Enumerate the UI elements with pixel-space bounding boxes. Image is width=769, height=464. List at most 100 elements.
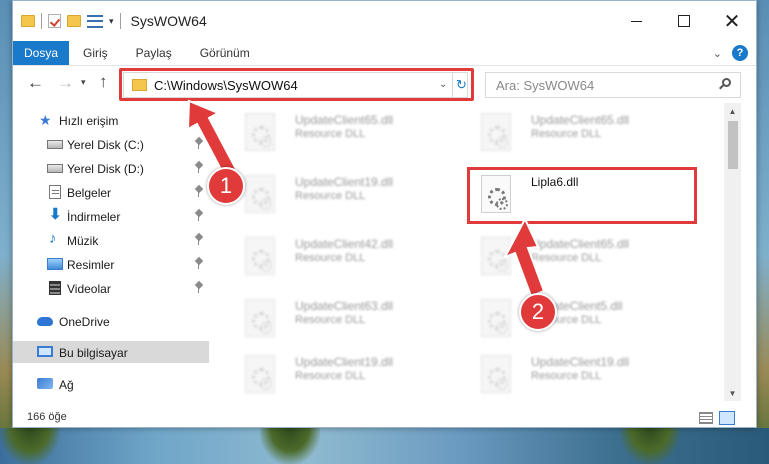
minimize-button[interactable] bbox=[612, 1, 660, 41]
nav-item-network[interactable]: Ağ bbox=[13, 373, 209, 395]
music-icon: ♪ bbox=[49, 230, 57, 247]
ribbon-right-controls: ⌄ ? bbox=[713, 41, 756, 65]
dll-file-icon bbox=[245, 237, 275, 275]
nav-quick-access[interactable]: ★ Hızlı erişim bbox=[13, 109, 209, 131]
large-icons-view-icon[interactable] bbox=[719, 411, 735, 425]
file-type: Resource DLL bbox=[531, 128, 602, 140]
computer-icon bbox=[37, 346, 53, 357]
quick-access-toolbar: ▾ bbox=[21, 13, 121, 29]
pictures-icon bbox=[47, 258, 63, 270]
up-arrow-icon[interactable]: ↑ bbox=[99, 72, 108, 92]
palm-decoration bbox=[260, 428, 320, 464]
file-explorer-window: ▾ SysWOW64 ✕ Dosya Giriş Paylaş Görünüm … bbox=[12, 0, 757, 428]
pin-icon[interactable] bbox=[195, 282, 203, 294]
file-name: UpdateClient65.dll bbox=[531, 113, 630, 127]
cloud-icon bbox=[37, 317, 53, 326]
step-marker-2: 2 bbox=[519, 293, 557, 331]
forward-arrow-icon[interactable]: → bbox=[57, 73, 74, 93]
file-name: UpdateClient65.dll bbox=[531, 237, 630, 251]
folder-icon bbox=[21, 15, 35, 27]
file-item[interactable]: UpdateClient5.dll Resource DLL bbox=[445, 291, 675, 347]
search-input[interactable]: Ara: SysWOW64 bbox=[485, 72, 741, 98]
chevron-down-icon[interactable]: ⌄ bbox=[713, 47, 722, 60]
nav-item-documents[interactable]: Belgeler bbox=[13, 181, 209, 203]
videos-icon bbox=[49, 281, 61, 295]
customize-toolbar-icon[interactable] bbox=[87, 14, 103, 28]
file-item[interactable]: UpdateClient65.dll Resource DLL bbox=[209, 105, 439, 161]
scrollbar-thumb[interactable] bbox=[728, 121, 738, 169]
pin-icon[interactable] bbox=[195, 210, 203, 222]
ribbon-tabs: Dosya Giriş Paylaş Görünüm ⌄ ? bbox=[13, 41, 756, 66]
nav-item-downloads[interactable]: ⬇ İndirmeler bbox=[13, 205, 209, 227]
tab-view[interactable]: Görünüm bbox=[186, 41, 264, 65]
pin-icon[interactable] bbox=[195, 162, 203, 174]
nav-item-pictures[interactable]: Resimler bbox=[13, 253, 209, 275]
documents-icon bbox=[49, 185, 61, 199]
properties-check-icon[interactable] bbox=[48, 14, 61, 28]
help-icon[interactable]: ? bbox=[732, 45, 748, 61]
window-title: SysWOW64 bbox=[130, 13, 207, 29]
file-name: UpdateClient65.dll bbox=[295, 113, 394, 127]
file-type: Resource DLL bbox=[531, 370, 602, 382]
file-item[interactable]: UpdateClient65.dll Resource DLL bbox=[445, 229, 675, 285]
star-icon: ★ bbox=[39, 112, 52, 128]
nav-item-videos[interactable]: Videolar bbox=[13, 277, 209, 299]
chevron-down-icon[interactable]: ▾ bbox=[81, 77, 86, 88]
nav-item-label: Yerel Disk (C:) bbox=[67, 138, 144, 152]
file-name: UpdateClient19.dll bbox=[295, 175, 394, 189]
file-item[interactable]: UpdateClient42.dll Resource DLL bbox=[209, 229, 439, 285]
file-item[interactable]: UpdateClient19.dll Resource DLL bbox=[445, 347, 675, 401]
nav-item-local-disk-d[interactable]: Yerel Disk (D:) bbox=[13, 157, 209, 179]
maximize-button[interactable] bbox=[660, 1, 708, 41]
file-item[interactable]: UpdateClient19.dll Resource DLL bbox=[209, 167, 439, 223]
nav-item-label: Videolar bbox=[67, 282, 111, 296]
item-count: 166 öğe bbox=[27, 411, 67, 423]
dll-file-icon bbox=[245, 355, 275, 393]
scroll-up-icon[interactable]: ▲ bbox=[724, 103, 741, 119]
pin-icon[interactable] bbox=[195, 138, 203, 150]
nav-item-label: Belgeler bbox=[67, 186, 112, 200]
pin-icon[interactable] bbox=[195, 258, 203, 270]
dll-file-icon bbox=[481, 113, 511, 151]
nav-item-onedrive[interactable]: OneDrive bbox=[13, 310, 209, 332]
tab-file[interactable]: Dosya bbox=[13, 41, 69, 65]
file-item[interactable]: UpdateClient19.dll Resource DLL bbox=[209, 347, 439, 401]
toolbar-divider bbox=[119, 13, 121, 29]
downloads-icon: ⬇ bbox=[49, 206, 62, 223]
nav-item-label: Resimler bbox=[67, 258, 115, 272]
nav-item-label: Yerel Disk (D:) bbox=[67, 162, 144, 176]
pin-icon[interactable] bbox=[195, 186, 203, 198]
file-name: UpdateClient19.dll bbox=[531, 355, 630, 369]
chevron-down-icon[interactable]: ▾ bbox=[109, 16, 114, 27]
nav-item-label: Müzik bbox=[67, 234, 99, 248]
close-button[interactable]: ✕ bbox=[708, 1, 756, 41]
tab-share[interactable]: Paylaş bbox=[122, 41, 186, 65]
file-item[interactable]: UpdateClient65.dll Resource DLL bbox=[445, 105, 675, 161]
scroll-down-icon[interactable]: ▼ bbox=[724, 385, 741, 401]
drive-icon bbox=[47, 164, 63, 173]
dll-file-icon bbox=[481, 237, 511, 275]
vertical-scrollbar[interactable]: ▲ ▼ bbox=[724, 103, 741, 401]
file-name: UpdateClient19.dll bbox=[295, 355, 394, 369]
search-placeholder: Ara: SysWOW64 bbox=[496, 78, 595, 93]
file-item[interactable]: UpdateClient63.dll Resource DLL bbox=[209, 291, 439, 347]
nav-item-this-pc[interactable]: Bu bilgisayar bbox=[13, 341, 209, 363]
back-arrow-icon[interactable]: ← bbox=[27, 73, 44, 93]
dll-file-icon bbox=[245, 175, 275, 213]
dll-file-icon bbox=[481, 355, 511, 393]
toolbar-divider bbox=[41, 13, 42, 29]
new-folder-icon[interactable] bbox=[67, 15, 81, 27]
file-name: UpdateClient42.dll bbox=[295, 237, 394, 251]
details-view-icon[interactable] bbox=[699, 412, 713, 424]
search-icon[interactable] bbox=[718, 78, 732, 92]
file-type: Resource DLL bbox=[295, 190, 366, 202]
dll-file-icon bbox=[245, 299, 275, 337]
nav-item-local-disk-c[interactable]: Yerel Disk (C:) bbox=[13, 133, 209, 155]
nav-item-label: OneDrive bbox=[59, 315, 110, 329]
nav-item-music[interactable]: ♪ Müzik bbox=[13, 229, 209, 251]
tab-home[interactable]: Giriş bbox=[69, 41, 122, 65]
step-marker-1: 1 bbox=[207, 167, 245, 205]
pin-icon[interactable] bbox=[195, 234, 203, 246]
file-type: Resource DLL bbox=[295, 314, 366, 326]
file-type: Resource DLL bbox=[295, 128, 366, 140]
